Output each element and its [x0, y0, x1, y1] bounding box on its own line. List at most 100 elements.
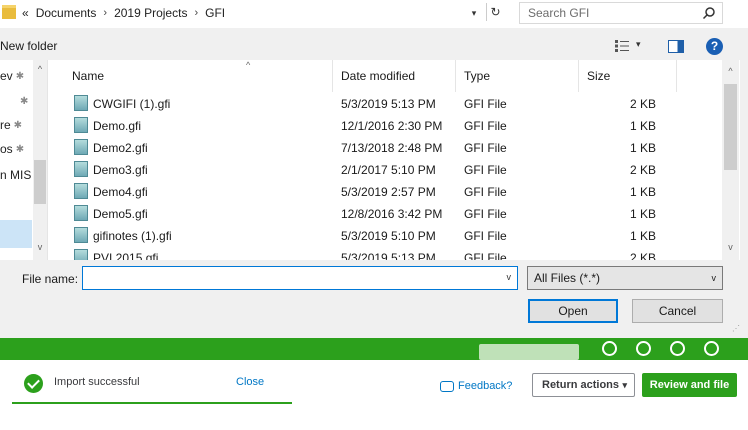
table-row[interactable]: Demo2.gfi 7/13/2018 2:48 PM GFI File 1 K… — [48, 137, 722, 159]
column-header-name[interactable]: Name — [72, 60, 104, 92]
pin-icon: ✱ — [20, 95, 29, 107]
nav-scrollbar[interactable]: ^ v — [33, 60, 47, 260]
file-size: 2 KB — [629, 163, 656, 177]
folder-icon — [2, 5, 16, 19]
return-actions-button[interactable]: Return actions ▾ — [532, 373, 635, 397]
scroll-up-icon[interactable]: ^ — [33, 64, 47, 74]
breadcrumb-documents[interactable]: Documents — [36, 6, 97, 20]
file-date: 7/13/2018 2:48 PM — [341, 141, 443, 155]
page-body: Import successful Close Feedback? Return… — [0, 360, 748, 430]
column-header-type[interactable]: Type — [464, 60, 490, 92]
file-name-label: File name: — [22, 272, 79, 286]
file-size: 1 KB — [629, 207, 656, 221]
cancel-button[interactable]: Cancel — [632, 299, 723, 323]
sort-ascending-icon: ^ — [246, 60, 251, 70]
new-folder-button[interactable]: New folder — [0, 39, 57, 53]
scroll-down-icon[interactable]: v — [33, 242, 47, 252]
table-row[interactable]: Demo3.gfi 2/1/2017 5:10 PM GFI File 2 KB — [48, 159, 722, 181]
review-and-file-button[interactable]: Review and file — [642, 373, 737, 397]
refresh-icon[interactable]: ↻ — [486, 3, 504, 21]
column-divider[interactable] — [676, 60, 677, 92]
nav-scroll-thumb[interactable] — [34, 160, 46, 204]
table-row[interactable]: Demo.gfi 12/1/2016 2:30 PM GFI File 1 KB — [48, 115, 722, 137]
file-name: Demo3.gfi — [93, 163, 148, 177]
address-bar: « Documents › 2019 Projects › GFI ▾ ↻ — [0, 0, 748, 28]
breadcrumb-2019-projects[interactable]: 2019 Projects — [114, 6, 187, 20]
file-date: 5/3/2019 5:13 PM — [341, 251, 436, 260]
chevron-down-icon[interactable]: v — [507, 272, 512, 282]
nav-item[interactable]: n MIS — [0, 166, 31, 184]
file-date: 5/3/2019 2:57 PM — [341, 185, 436, 199]
breadcrumb-overflow[interactable]: « — [22, 6, 29, 20]
scroll-up-icon[interactable]: ^ — [722, 66, 739, 76]
file-type-select[interactable]: All Files (*.*) v — [527, 266, 723, 290]
help-icon[interactable]: ? — [706, 38, 723, 55]
chevron-down-icon: v — [711, 273, 717, 283]
return-actions-label: Return actions — [542, 379, 620, 391]
notification-close-link[interactable]: Close — [236, 376, 264, 388]
file-size: 1 KB — [629, 185, 656, 199]
feedback-link[interactable]: Feedback? — [440, 380, 512, 392]
app-header-bar — [0, 338, 748, 360]
view-dropdown-icon[interactable]: ▾ — [636, 39, 641, 50]
search-icon[interactable] — [702, 6, 716, 20]
chevron-right-icon[interactable]: › — [194, 7, 198, 19]
breadcrumb-gfi[interactable]: GFI — [205, 6, 225, 20]
table-row[interactable]: PVI 2015.gfi 5/3/2019 5:13 PM GFI File 2… — [48, 247, 722, 260]
dialog-toolbar: New folder ▾ ? — [0, 32, 748, 60]
preview-pane-icon[interactable] — [668, 40, 684, 53]
file-name: Demo5.gfi — [93, 207, 148, 221]
chevron-right-icon[interactable]: › — [103, 7, 107, 19]
scroll-down-icon[interactable]: v — [722, 242, 739, 252]
search-input[interactable] — [520, 3, 690, 23]
help-icon[interactable] — [602, 341, 617, 356]
account-icon[interactable] — [670, 341, 685, 356]
nav-item[interactable]: os ✱ — [0, 140, 24, 158]
search-box — [519, 2, 723, 24]
file-name: Demo4.gfi — [93, 185, 148, 199]
header-search-input[interactable] — [479, 344, 579, 360]
file-type: GFI File — [464, 251, 507, 260]
nav-item[interactable]: ev ✱ — [0, 67, 24, 85]
open-button[interactable]: Open — [528, 299, 618, 323]
file-type: GFI File — [464, 185, 507, 199]
file-date: 12/1/2016 2:30 PM — [341, 119, 443, 133]
resize-grip-icon[interactable]: ⋰ — [732, 324, 740, 333]
column-header-date[interactable]: Date modified — [341, 60, 415, 92]
file-type: GFI File — [464, 207, 507, 221]
file-list-scroll-thumb[interactable] — [724, 84, 737, 170]
gfi-file-icon — [74, 183, 88, 199]
table-row[interactable]: Demo4.gfi 5/3/2019 2:57 PM GFI File 1 KB — [48, 181, 722, 203]
column-divider[interactable] — [578, 60, 579, 92]
table-row[interactable]: Demo5.gfi 12/8/2016 3:42 PM GFI File 1 K… — [48, 203, 722, 225]
gfi-file-icon — [74, 139, 88, 155]
pin-icon: ✱ — [15, 70, 25, 82]
column-header-size[interactable]: Size — [587, 60, 610, 92]
gfi-file-icon — [74, 227, 88, 243]
nav-item[interactable]: re ✱ — [0, 116, 22, 134]
file-name: PVI 2015.gfi — [93, 251, 159, 260]
view-options-icon[interactable] — [614, 39, 630, 53]
file-name: Demo.gfi — [93, 119, 142, 133]
navigation-pane: ev ✱ ✱ re ✱ os ✱ n MIS ^ v — [0, 60, 48, 260]
file-date: 5/3/2019 5:10 PM — [341, 229, 436, 243]
address-dropdown-icon[interactable]: ▾ — [468, 6, 480, 20]
file-list: Name ^ Date modified Type Size CWGIFI (1… — [48, 60, 722, 260]
nav-item[interactable]: ✱ — [20, 92, 28, 110]
column-divider[interactable] — [455, 60, 456, 92]
file-list-scrollbar[interactable]: ^ v — [722, 60, 739, 260]
file-size: 1 KB — [629, 141, 656, 155]
column-divider[interactable] — [332, 60, 333, 92]
pin-icon: ✱ — [15, 143, 25, 155]
file-rows: CWGIFI (1).gfi 5/3/2019 5:13 PM GFI File… — [48, 93, 722, 260]
file-type: GFI File — [464, 119, 507, 133]
gear-icon[interactable] — [636, 341, 651, 356]
gfi-file-icon — [74, 249, 88, 260]
nav-item-selected[interactable] — [0, 220, 32, 248]
feedback-label: Feedback? — [458, 380, 513, 392]
file-name-input[interactable] — [83, 267, 483, 289]
notification-icon[interactable] — [704, 341, 719, 356]
table-row[interactable]: CWGIFI (1).gfi 5/3/2019 5:13 PM GFI File… — [48, 93, 722, 115]
breadcrumb: « Documents › 2019 Projects › GFI — [22, 5, 225, 21]
table-row[interactable]: gifinotes (1).gfi 5/3/2019 5:10 PM GFI F… — [48, 225, 722, 247]
